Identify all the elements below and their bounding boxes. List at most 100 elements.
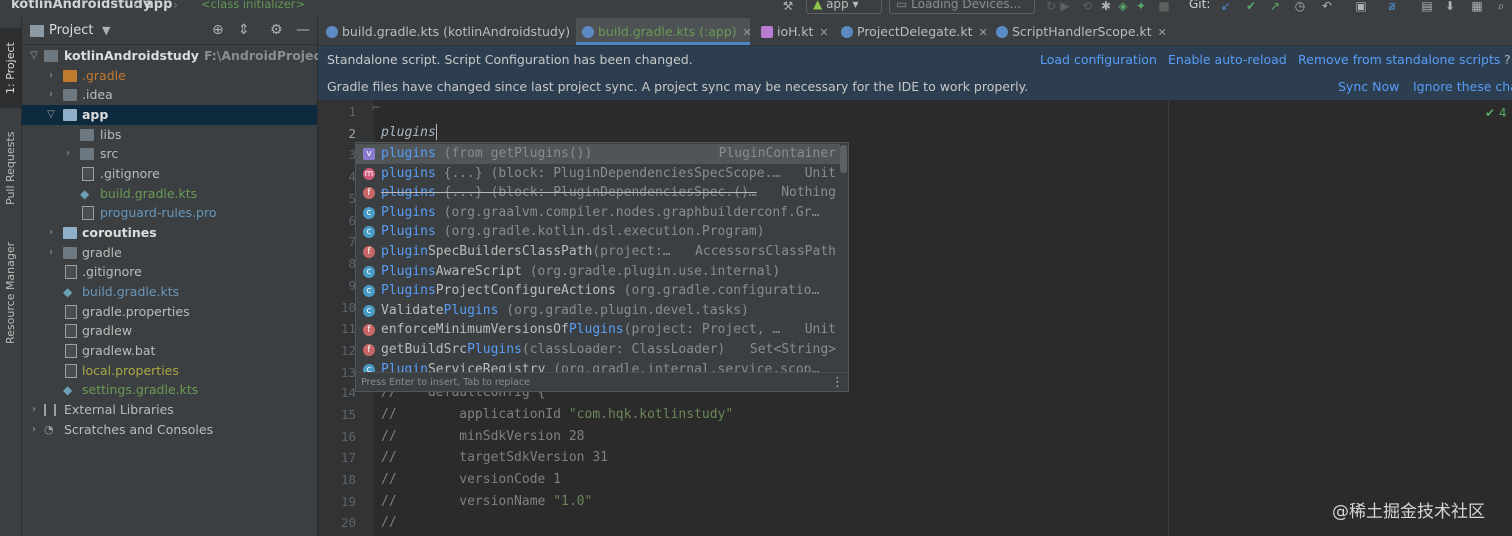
git-update-icon[interactable]: ↙ [1219, 0, 1233, 13]
ignore-changes-link[interactable]: Ignore these chan [1413, 73, 1512, 100]
tree-item[interactable]: ◆ build.gradle.kts [22, 282, 317, 302]
completion-item[interactable]: c ValidatePlugins (org.gradle.plugin.deve… [356, 301, 840, 321]
sync-now-link[interactable]: Sync Now [1338, 73, 1399, 100]
chevron-right-icon[interactable]: › [46, 243, 56, 262]
debug-icon[interactable]: ✱ [1099, 0, 1113, 13]
tree-item[interactable]: › .gradle [22, 66, 317, 86]
collapse-all-icon[interactable]: ⇕ [238, 22, 250, 38]
tree-item[interactable]: gradle.properties [22, 302, 317, 322]
chevron-right-icon[interactable]: › [46, 66, 56, 85]
code-line: // minSdkVersion 28 [381, 429, 585, 444]
search-icon[interactable]: ⌕ [1494, 0, 1508, 13]
remove-standalone-link[interactable]: Remove from standalone scripts [1298, 46, 1500, 73]
popup-scrollbar[interactable] [840, 145, 847, 173]
close-icon[interactable]: ✕ [743, 26, 752, 39]
fold-marker-icon[interactable]: ⌐ [372, 101, 380, 116]
completion-item[interactable]: f enforceMinimumVersionsOfPlugins(project… [356, 320, 840, 340]
completion-item[interactable]: f plugins {...} (block: PluginDependencie… [356, 183, 840, 203]
tab-project-delegate[interactable]: ProjectDelegate.kt ✕ [841, 18, 988, 45]
code-completion-popup: v plugins (from getPlugins()) PluginContai… [355, 142, 849, 392]
chevron-down-icon[interactable]: ▽ [46, 105, 56, 124]
history-icon[interactable]: ◷ [1293, 0, 1307, 13]
tool-tab-resource-manager[interactable]: Resource Manager [0, 228, 21, 358]
tree-item[interactable]: gradlew [22, 321, 317, 341]
git-push-icon[interactable]: ↗ [1268, 0, 1282, 13]
device-dropdown[interactable]: ▭ Loading Devices... [889, 0, 1035, 14]
refresh-devices-icon[interactable]: ↻ [1044, 0, 1058, 13]
tab-build-gradle-root[interactable]: build.gradle.kts (kotlinAndroidstudy)✕ [326, 18, 585, 45]
scratches-icon: ◔ [44, 423, 54, 436]
chevron-down-icon[interactable]: ▼ [102, 24, 110, 37]
close-icon[interactable]: ✕ [819, 26, 828, 39]
project-view-selector[interactable]: Project [49, 23, 93, 38]
help-icon[interactable]: ? [1504, 46, 1511, 73]
tree-item[interactable]: › src [22, 144, 317, 164]
stop-icon[interactable]: ■ [1157, 0, 1171, 13]
inspection-widget[interactable]: ✔ 4 [1485, 106, 1507, 120]
breadcrumb-project[interactable]: kotlinAndroidstudy [11, 0, 151, 12]
coverage-icon[interactable]: ◈ [1116, 0, 1130, 13]
breadcrumb-module[interactable]: app [145, 0, 172, 12]
completion-item[interactable]: f getBuildSrcPlugins(classLoader: ClassLo… [356, 340, 840, 360]
variable-kind-icon: v [363, 148, 375, 160]
project-structure-icon[interactable]: ▣ [1354, 0, 1368, 13]
chevron-right-icon[interactable]: › [29, 400, 39, 419]
run-icon[interactable]: ▶ [1058, 0, 1072, 13]
tree-item[interactable]: proguard-rules.pro [22, 203, 317, 223]
tree-item[interactable]: gradlew.bat [22, 341, 317, 361]
tree-item[interactable]: › .idea [22, 85, 317, 105]
enable-auto-reload-link[interactable]: Enable auto-reload [1168, 46, 1287, 73]
text-caret [436, 124, 437, 140]
tree-item[interactable]: › coroutines [22, 223, 317, 243]
profile-icon[interactable]: ✦ [1134, 0, 1148, 13]
tab-ioh[interactable]: ioH.kt ✕ [761, 18, 829, 45]
completion-item[interactable]: v plugins (from getPlugins()) PluginContai… [356, 144, 840, 164]
completion-item[interactable]: c PluginsProjectConfigureActions (org.gra… [356, 281, 840, 301]
tree-item[interactable]: local.properties [22, 361, 317, 381]
translate-icon[interactable]: ⱥ [1385, 0, 1399, 13]
chevron-right-icon[interactable]: › [29, 420, 39, 439]
typed-code: plugins [381, 125, 436, 140]
tool-tab-project[interactable]: 1: Project [0, 28, 21, 108]
rollback-icon[interactable]: ↶ [1320, 0, 1334, 13]
tree-item[interactable]: ◆ settings.gradle.kts [22, 380, 317, 400]
tree-item[interactable]: › gradle [22, 243, 317, 263]
load-configuration-link[interactable]: Load configuration [1040, 46, 1157, 73]
tree-item-root[interactable]: ▽ kotlinAndroidstudy F:\AndroidProjectDem… [22, 46, 367, 66]
tree-item-selected[interactable]: ▽ app [22, 105, 317, 125]
chevron-right-icon[interactable]: › [46, 85, 56, 104]
tree-item[interactable]: › ◔ Scratches and Consoles [22, 420, 317, 440]
completion-item[interactable]: f pluginSpecBuildersClassPath(project:… Ac… [356, 242, 840, 262]
gear-icon[interactable]: ⚙ [270, 22, 283, 38]
git-commit-icon[interactable]: ✔ [1244, 0, 1258, 13]
chevron-down-icon[interactable]: ▽ [29, 46, 39, 65]
tool-tab-pull-requests[interactable]: Pull Requests [0, 113, 21, 223]
hide-icon[interactable]: — [296, 22, 310, 38]
locate-icon[interactable]: ⊕ [212, 22, 224, 38]
completion-item[interactable]: m plugins {...} (block: PluginDependencie… [356, 164, 840, 184]
hammer-icon[interactable]: ⚒ [781, 0, 795, 13]
banner-message: Gradle files have changed since last pro… [327, 79, 1029, 94]
run-config-dropdown[interactable]: ▲ app ▾ [806, 0, 882, 14]
tree-item[interactable]: .gitignore [22, 262, 317, 282]
device-manager-icon[interactable]: ▤ [1420, 0, 1434, 13]
tab-script-handler-scope[interactable]: ScriptHandlerScope.kt ✕ [996, 18, 1167, 45]
completion-item[interactable]: c PluginsAwareScript (org.gradle.plugin.u… [356, 262, 840, 282]
tab-label: build.gradle.kts (:app) [598, 24, 737, 39]
tree-item[interactable]: › External Libraries [22, 400, 317, 420]
line-number: 1 [348, 104, 356, 119]
sdk-manager-icon[interactable]: ⬇ [1443, 0, 1457, 13]
tree-item[interactable]: ◆ build.gradle.kts [22, 184, 317, 204]
tree-item[interactable]: libs [22, 125, 317, 145]
close-icon[interactable]: ✕ [979, 26, 988, 39]
completion-item[interactable]: c Plugins (org.graalvm.compiler.nodes.gra… [356, 203, 840, 223]
completion-item[interactable]: c Plugins (org.gradle.kotlin.dsl.executio… [356, 222, 840, 242]
tree-item[interactable]: .gitignore [22, 164, 317, 184]
layout-inspector-icon[interactable]: ▦ [1470, 0, 1484, 13]
chevron-right-icon[interactable]: › [46, 223, 56, 242]
apply-changes-icon[interactable]: ⟲ [1080, 0, 1094, 13]
chevron-right-icon[interactable]: › [63, 144, 73, 163]
tab-build-gradle-app[interactable]: build.gradle.kts (:app) ✕ [576, 18, 752, 45]
more-options-icon[interactable]: ⋮ [831, 373, 844, 391]
close-icon[interactable]: ✕ [1158, 26, 1167, 39]
